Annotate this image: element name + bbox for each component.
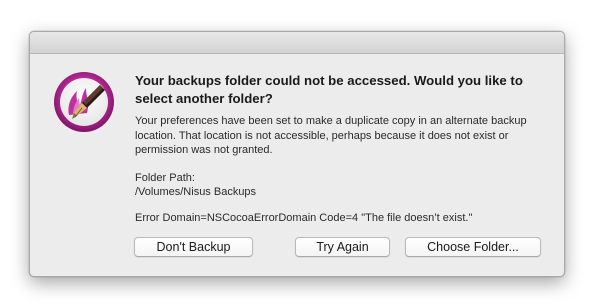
try-again-button[interactable]: Try Again xyxy=(295,237,390,257)
error-details: Error Domain=NSCocoaErrorDomain Code=4 "… xyxy=(135,212,473,224)
dialog-title: Your backups folder could not be accesse… xyxy=(135,73,523,106)
folder-path-label: Folder Path: xyxy=(135,172,195,184)
dont-backup-button[interactable]: Don't Backup xyxy=(134,237,253,257)
nisus-writer-pen-icon xyxy=(53,71,115,133)
dialog-titlebar[interactable] xyxy=(30,32,564,54)
folder-path-value: /Volumes/Nisus Backups xyxy=(135,186,257,198)
choose-folder-button[interactable]: Choose Folder... xyxy=(405,237,541,257)
alert-dialog: Your backups folder could not be accesse… xyxy=(29,31,565,277)
dialog-message: Your preferences have been set to make a… xyxy=(135,115,527,156)
